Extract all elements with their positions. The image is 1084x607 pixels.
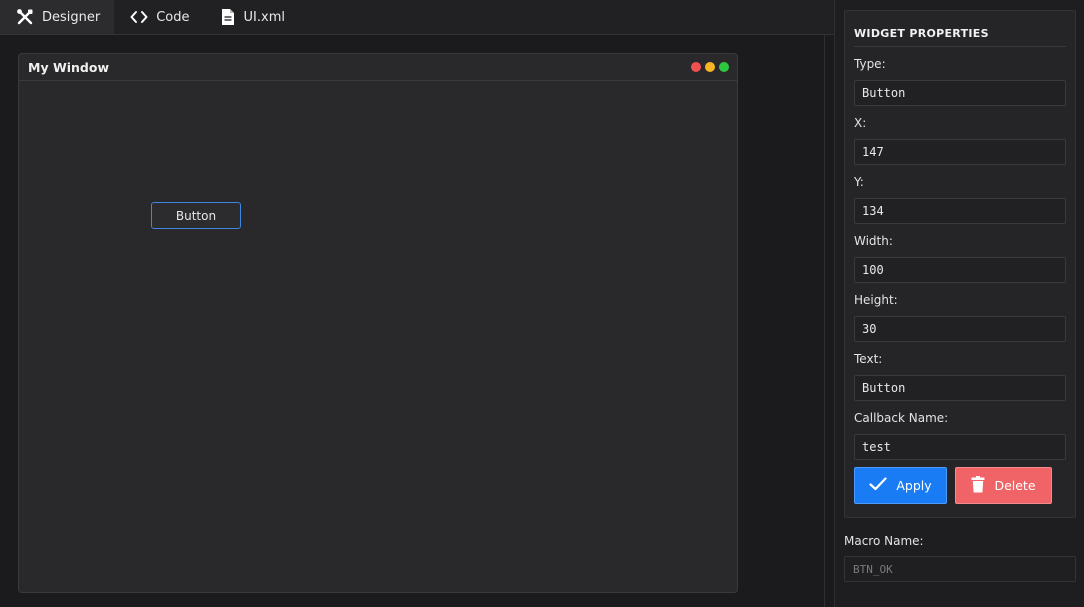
- close-dot[interactable]: [691, 62, 701, 72]
- y-field[interactable]: 134: [854, 198, 1066, 224]
- file-icon: [220, 8, 236, 26]
- tab-label: Designer: [42, 9, 101, 25]
- height-label: Height:: [854, 293, 898, 307]
- delete-button[interactable]: Delete: [955, 467, 1052, 504]
- callback-name-label: Callback Name:: [854, 411, 949, 425]
- design-window-titlebar[interactable]: My Window: [19, 54, 737, 81]
- tab-ui-xml[interactable]: UI.xml: [204, 0, 299, 34]
- macro-name-label: Macro Name:: [844, 534, 924, 548]
- trash-icon: [971, 475, 985, 496]
- tools-icon: [16, 8, 34, 26]
- tab-label: UI.xml: [243, 9, 285, 25]
- action-buttons: Apply Delete: [854, 467, 1066, 504]
- x-field[interactable]: 147: [854, 139, 1066, 165]
- tab-label: Code: [156, 9, 190, 25]
- text-field[interactable]: Button: [854, 375, 1066, 401]
- apply-button[interactable]: Apply: [854, 467, 947, 504]
- design-window-title: My Window: [28, 59, 109, 75]
- canvas-divider: [824, 34, 825, 607]
- tab-designer[interactable]: Designer: [0, 0, 115, 34]
- callback-name-field[interactable]: test: [854, 434, 1066, 460]
- apply-label: Apply: [896, 478, 932, 493]
- tab-bar: Designer Code UI.xml: [0, 0, 834, 35]
- tab-code[interactable]: Code: [114, 0, 203, 34]
- macro-name-input[interactable]: BTN_OK: [844, 556, 1076, 582]
- maximize-dot[interactable]: [719, 62, 729, 72]
- code-brackets-icon: [130, 10, 148, 24]
- y-label: Y:: [854, 175, 864, 189]
- delete-label: Delete: [994, 478, 1036, 493]
- text-label: Text:: [854, 352, 883, 366]
- width-field[interactable]: 100: [854, 257, 1066, 283]
- minimize-dot[interactable]: [705, 62, 715, 72]
- check-icon: [869, 477, 887, 494]
- design-window: My Window Button: [18, 53, 738, 593]
- width-label: Width:: [854, 234, 893, 248]
- type-label: Type:: [854, 57, 886, 71]
- window-controls: [691, 62, 729, 72]
- widget-properties-panel: WIDGET PROPERTIES Type: Button X: 147 Y:…: [844, 10, 1076, 518]
- selected-button-widget[interactable]: Button: [151, 202, 241, 229]
- height-field[interactable]: 30: [854, 316, 1066, 342]
- x-label: X:: [854, 116, 867, 130]
- panel-heading: WIDGET PROPERTIES: [854, 27, 1066, 47]
- type-field[interactable]: Button: [854, 80, 1066, 106]
